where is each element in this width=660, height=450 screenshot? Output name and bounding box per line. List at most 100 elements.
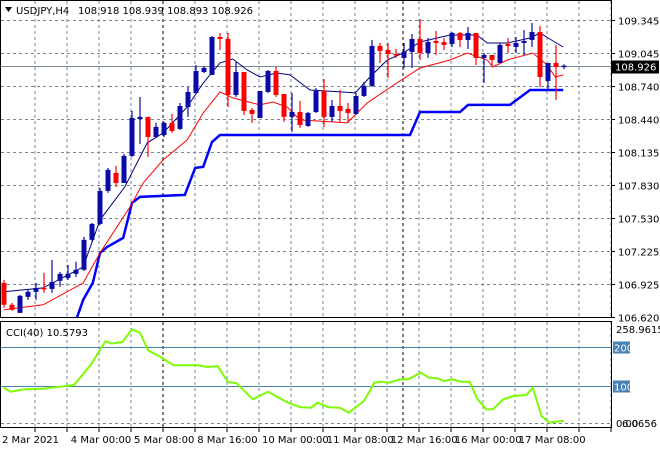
candle[interactable] [337, 89, 343, 122]
candle[interactable] [257, 90, 263, 118]
candle-body [249, 109, 255, 114]
candle[interactable] [401, 42, 407, 68]
ma-slow-line [3, 52, 564, 311]
price-panel[interactable] [1, 19, 611, 319]
candle[interactable] [17, 294, 23, 313]
y-tick-label: 108.135 [618, 149, 659, 160]
candle[interactable] [249, 107, 255, 123]
candle[interactable] [433, 31, 439, 55]
x-tick-label: 5 Mar 08:00 [134, 435, 194, 446]
candle[interactable] [49, 259, 55, 293]
candle[interactable] [377, 42, 383, 63]
candle[interactable] [33, 282, 39, 300]
candle[interactable] [409, 33, 415, 68]
candle-body [33, 287, 39, 292]
y-tick-label: 109.045 [618, 50, 659, 61]
candle[interactable] [369, 39, 375, 87]
candle[interactable] [1, 279, 7, 308]
candle[interactable] [297, 100, 303, 128]
candle-body [25, 291, 31, 297]
candle[interactable] [521, 30, 527, 55]
candle[interactable] [217, 32, 223, 50]
dropdown-triangle-icon[interactable] [5, 7, 12, 12]
candle[interactable] [161, 121, 167, 137]
y-tick-label: 108.440 [618, 116, 659, 127]
candle[interactable] [281, 94, 287, 122]
candle-body [385, 49, 391, 55]
y-tick-label: 107.530 [618, 215, 659, 226]
candle-body [97, 190, 103, 224]
candle[interactable] [9, 302, 15, 311]
candle[interactable] [361, 81, 367, 97]
candle[interactable] [313, 88, 319, 113]
cci-panel[interactable] [1, 328, 611, 424]
candle[interactable] [289, 92, 295, 132]
candle-body [529, 31, 535, 40]
candle[interactable] [153, 122, 159, 138]
candle[interactable] [185, 86, 191, 117]
candle-body [481, 54, 487, 58]
candle[interactable] [121, 153, 127, 183]
candle[interactable] [353, 92, 359, 115]
candle-body [65, 273, 71, 278]
candle[interactable] [41, 272, 47, 293]
candle[interactable] [193, 65, 199, 93]
candle[interactable] [449, 31, 455, 48]
candle[interactable] [489, 54, 495, 67]
candle[interactable] [225, 32, 231, 107]
candle[interactable] [241, 71, 247, 115]
current-price-label: 108.926 [615, 63, 656, 74]
candle[interactable] [465, 26, 471, 49]
candle-body [433, 41, 439, 43]
x-tick-label: 4 Mar 00:00 [71, 435, 131, 446]
candle[interactable] [505, 37, 511, 54]
candle[interactable] [25, 289, 31, 300]
candle[interactable] [545, 62, 551, 90]
chart-canvas[interactable]: 109.345 109.045 108.740 108.440 108.135 107.8… [0, 0, 660, 450]
candle[interactable] [81, 236, 87, 271]
candle[interactable] [561, 64, 567, 70]
candle[interactable] [89, 222, 95, 241]
candle[interactable] [177, 102, 183, 130]
candle-body [409, 38, 415, 52]
candle[interactable] [441, 37, 447, 50]
candle[interactable] [137, 96, 143, 144]
candle-body [457, 32, 463, 40]
candle[interactable] [529, 23, 535, 48]
candle[interactable] [113, 165, 119, 187]
candle-body [129, 117, 135, 156]
candle-body [401, 51, 407, 58]
candle[interactable] [105, 167, 111, 193]
candle[interactable] [233, 61, 239, 97]
candle[interactable] [457, 31, 463, 48]
candle[interactable] [513, 37, 519, 54]
candle[interactable] [329, 99, 335, 122]
x-tick-label: 17 Mar 08:00 [519, 435, 586, 446]
ma-fast-line [3, 32, 564, 293]
candle-body [281, 94, 287, 117]
candle[interactable] [473, 32, 479, 66]
candle-body [497, 44, 503, 63]
candle[interactable] [265, 70, 271, 93]
candle-body [345, 108, 351, 113]
candle[interactable] [145, 116, 151, 157]
candle-body [489, 54, 495, 60]
candle[interactable] [97, 187, 103, 225]
y-tick-label: 106.620 [618, 314, 659, 325]
candle[interactable] [481, 53, 487, 83]
candle[interactable] [209, 36, 215, 75]
candle[interactable] [537, 25, 543, 87]
candle[interactable] [305, 111, 311, 127]
candle-body [513, 42, 519, 48]
candle[interactable] [497, 42, 503, 63]
candle[interactable] [201, 65, 207, 73]
y-tick-label: 107.830 [618, 182, 659, 193]
candle[interactable] [129, 110, 135, 157]
candle-body [153, 126, 159, 137]
candle-body [225, 38, 231, 95]
candle[interactable] [273, 66, 279, 97]
candle-body [417, 38, 423, 54]
candle[interactable] [169, 113, 175, 133]
candle-body [201, 67, 207, 72]
candle[interactable] [65, 264, 71, 280]
